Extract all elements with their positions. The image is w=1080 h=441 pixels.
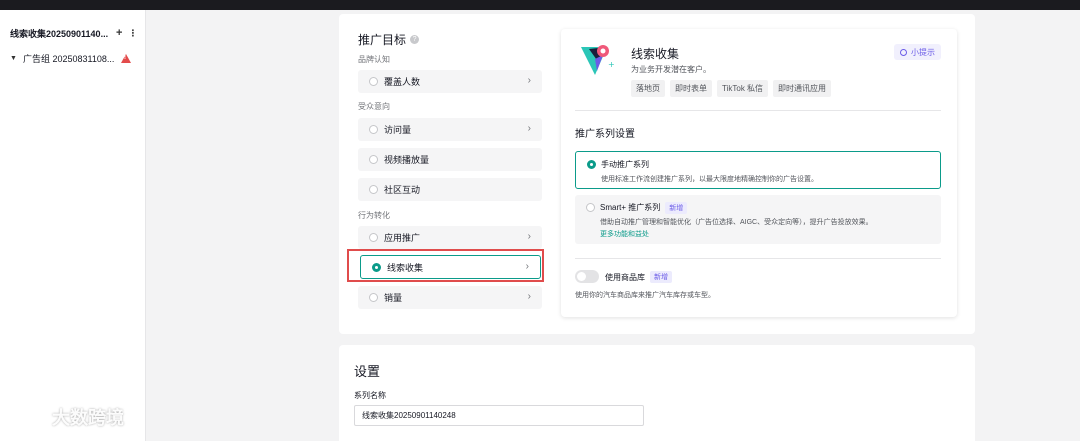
smart-series-option[interactable]: Smart+ 推广系列 新增 借助自动推广管理和智能优化（广告位选择、AIGC、受…	[575, 195, 941, 244]
more-features-link[interactable]: 更多功能和益处	[600, 229, 649, 239]
group-label-brand: 品牌认知	[358, 55, 390, 64]
more-icon[interactable]: ⋮	[128, 28, 137, 39]
radio-button[interactable]	[586, 203, 595, 212]
tips-button[interactable]: 小提示	[894, 44, 941, 60]
new-badge: 新增	[665, 202, 688, 214]
option-label: 销量	[384, 293, 403, 303]
top-bar	[0, 0, 1080, 10]
svg-text:+: +	[608, 60, 615, 69]
option-label: 应用推广	[384, 233, 421, 243]
option-label: 覆盖人数	[384, 77, 421, 87]
manual-series-description: 使用标准工作流创建推广系列，以最大限度地精确控制你的广告设置。	[601, 176, 818, 183]
highlight-annotation-box	[347, 249, 544, 282]
objective-option-traffic[interactable]: 访问量 ›	[358, 118, 542, 141]
objective-description: 为业务开发潜在客户。	[631, 65, 711, 74]
watermark-text: 大数跨境	[52, 408, 124, 428]
new-badge: 新增	[650, 271, 672, 283]
caret-down-icon[interactable]: ▼	[10, 55, 17, 62]
objective-title: 推广目标 ?	[358, 31, 420, 48]
objective-tags: 落地页 即时表单 TikTok 私信 即时通讯应用	[631, 80, 832, 97]
chevron-right-icon: ›	[527, 291, 531, 302]
sidebar: 线索收集20250901140... + ⋮ ▼ 广告组 20250831108…	[0, 10, 146, 441]
option-label: 视频播放量	[384, 155, 430, 165]
option-label: 社区互动	[384, 185, 421, 195]
divider	[575, 258, 941, 259]
objective-option-app-promotion[interactable]: 应用推广 ›	[358, 226, 542, 249]
radio-button[interactable]	[369, 293, 378, 302]
lightbulb-icon	[900, 48, 907, 56]
objective-option-video-views[interactable]: 视频播放量	[358, 148, 542, 171]
radio-button[interactable]	[369, 185, 378, 194]
objective-name: 线索收集	[631, 47, 680, 61]
tag-tiktok-dm: TikTok 私信	[717, 80, 769, 97]
radio-button[interactable]	[369, 233, 378, 242]
radio-button[interactable]	[369, 155, 378, 164]
catalog-description: 使用你的汽车商品库来推广汽车库存或车型。	[575, 292, 715, 299]
option-label: 访问量	[384, 125, 412, 135]
radio-button[interactable]	[369, 77, 378, 86]
tips-label: 小提示	[911, 47, 935, 57]
lead-generation-logo-icon: +	[581, 45, 615, 75]
smart-series-name: Smart+ 推广系列	[600, 203, 661, 212]
smart-series-name-row: Smart+ 推广系列 新增	[600, 202, 688, 214]
radio-button[interactable]	[369, 125, 378, 134]
series-name-label: 系列名称	[354, 391, 386, 400]
campaign-name: 线索收集20250901140...	[10, 28, 109, 39]
smart-series-description: 借助自动推广管理和智能优化（广告位选择、AIGC、受众定向等），提升广告投放效果…	[600, 219, 873, 226]
catalog-label: 使用商品库	[605, 272, 645, 282]
chevron-right-icon: ›	[527, 123, 531, 134]
manual-series-option[interactable]: 手动推广系列 使用标准工作流创建推广系列，以最大限度地精确控制你的广告设置。	[575, 151, 941, 189]
add-icon[interactable]: +	[116, 27, 122, 39]
objective-option-reach[interactable]: 覆盖人数 ›	[358, 70, 542, 93]
settings-card	[339, 345, 975, 441]
warning-icon	[120, 53, 131, 63]
series-settings-title: 推广系列设置	[575, 129, 635, 140]
group-label-consideration: 受众意向	[358, 102, 390, 111]
watermark-logo-icon	[10, 407, 44, 425]
series-name-input[interactable]	[354, 405, 644, 426]
adgroup-name: 广告组 20250831108...	[22, 53, 115, 64]
group-label-conversion: 行为转化	[358, 211, 390, 220]
radio-button-selected[interactable]	[587, 160, 596, 169]
chevron-right-icon: ›	[527, 75, 531, 86]
catalog-label-row: 使用商品库 新增	[605, 271, 672, 283]
tag-instant-form: 即时表单	[670, 80, 712, 97]
divider	[575, 110, 941, 111]
watermark: 大数跨境	[8, 404, 124, 430]
sidebar-adgroup-item[interactable]: ▼ 广告组 20250831108...	[0, 50, 146, 66]
sidebar-campaign-item[interactable]: 线索收集20250901140... + ⋮	[0, 24, 146, 42]
tag-landing-page: 落地页	[631, 80, 665, 97]
tag-instant-messaging: 即时通讯应用	[773, 80, 832, 97]
objective-title-text: 推广目标	[358, 33, 407, 47]
objective-option-engagement[interactable]: 社区互动	[358, 178, 542, 201]
manual-series-name: 手动推广系列	[601, 160, 649, 169]
chevron-right-icon: ›	[527, 231, 531, 242]
objective-option-sales[interactable]: 销量 ›	[358, 286, 542, 309]
catalog-toggle[interactable]	[575, 270, 599, 283]
help-icon[interactable]: ?	[410, 35, 420, 44]
settings-title: 设置	[354, 364, 381, 379]
